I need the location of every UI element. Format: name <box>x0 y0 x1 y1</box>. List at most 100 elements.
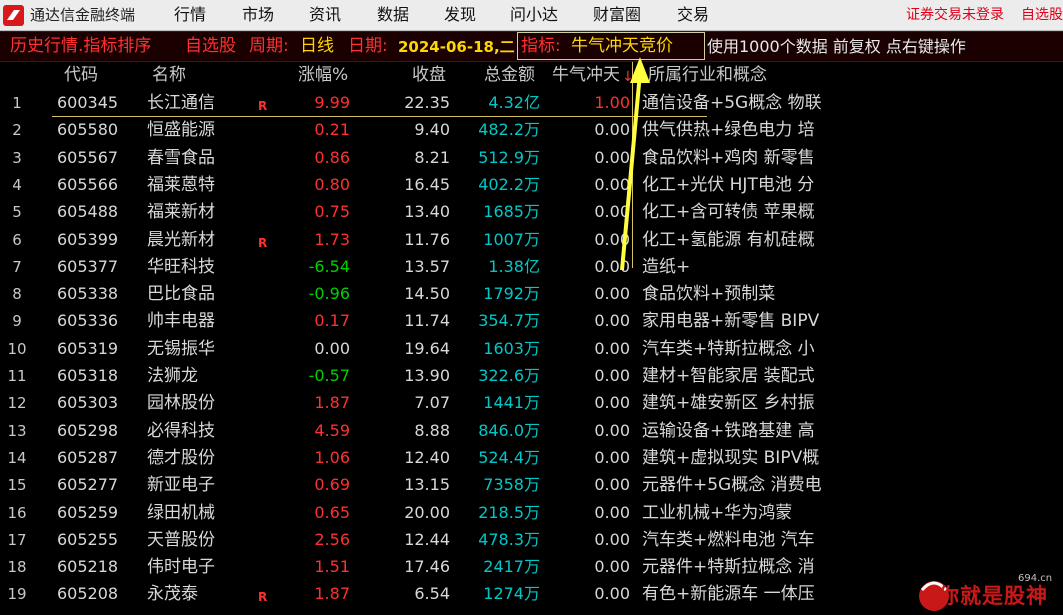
industry-concept: 食品饮料+预制菜 <box>642 284 776 305</box>
row-index: 3 <box>12 148 22 167</box>
close-price: 12.40 <box>404 447 450 467</box>
row-index: 16 <box>7 503 27 522</box>
stock-code: 605488 <box>57 202 119 222</box>
menu-shichang[interactable]: 市场 <box>242 4 274 26</box>
info-indicator-value[interactable]: 牛气冲天竞价 <box>571 35 673 57</box>
row-index: 8 <box>12 285 22 304</box>
menu-jiaoyi[interactable]: 交易 <box>677 4 709 26</box>
trade-amount: 1603万 <box>483 338 540 358</box>
trade-amount: 1007万 <box>483 229 540 249</box>
table-row[interactable]: 18 605218 伟时电子 1.51 17.46 2417万 0.00 元器件+特斯拉概念 … <box>0 554 1063 581</box>
stock-name: 福莱新材 <box>147 202 215 223</box>
change-percent: -0.57 <box>308 366 350 385</box>
app-logo-icon <box>3 5 24 26</box>
stock-code: 605298 <box>57 420 119 440</box>
header-amount[interactable]: 总金额 <box>484 64 535 86</box>
trade-amount: 402.2万 <box>478 174 540 194</box>
header-change[interactable]: 涨幅% <box>298 64 348 86</box>
table-row[interactable]: 15 605277 新亚电子 0.69 13.15 7358万 0.00 元器件+5G概念 消… <box>0 472 1063 499</box>
row-index: 9 <box>12 312 22 331</box>
table-row[interactable]: 16 605259 绿田机械 0.65 20.00 218.5万 0.00 工业机械+华为鸿蒙 <box>0 500 1063 527</box>
industry-concept: 建筑+虚拟现实 BIPV概 <box>642 447 820 468</box>
stock-code: 605319 <box>57 338 119 358</box>
close-price: 19.64 <box>404 338 450 358</box>
stock-name: 长江通信 <box>147 93 215 113</box>
row-index: 15 <box>7 476 27 495</box>
table-row[interactable]: 3 605567 春雪食品 0.86 8.21 512.9万 0.00 食品饮料+鸡肉 新零售 <box>0 145 1063 172</box>
table-row[interactable]: 1 600345 长江通信 R 9.99 22.35 4.32亿 1.00 通信设备+5G概念 … <box>0 90 1063 117</box>
trade-amount: 354.7万 <box>478 311 540 331</box>
trade-amount: 1685万 <box>483 202 540 222</box>
industry-concept: 食品饮料+鸡肉 新零售 <box>642 147 815 168</box>
menu-caifuquan[interactable]: 财富圈 <box>593 4 641 26</box>
menu-hangqing[interactable]: 行情 <box>174 4 206 26</box>
table-row[interactable]: 11 605318 法狮龙 -0.57 13.90 322.6万 0.00 建材+智能家居 装… <box>0 363 1063 390</box>
close-price: 11.74 <box>404 311 450 331</box>
change-percent: -0.96 <box>308 284 350 304</box>
menu-zixun[interactable]: 资讯 <box>309 4 341 26</box>
stock-name: 福莱蒽特 <box>147 174 215 195</box>
indicator-value: 0.00 <box>594 311 630 331</box>
industry-concept: 元器件+5G概念 消费电 <box>642 475 822 496</box>
trade-login-status[interactable]: 证券交易未登录 <box>906 5 1004 25</box>
indicator-value: 0.00 <box>594 475 630 495</box>
industry-concept: 通信设备+5G概念 物联 <box>642 93 822 113</box>
zixuan-link[interactable]: 自选股 <box>1021 5 1063 25</box>
indicator-value: 0.00 <box>594 447 630 467</box>
row-index: 18 <box>7 558 27 577</box>
table-row[interactable]: 8 605338 巴比食品 -0.96 14.50 1792万 0.00 食品饮料+预制菜 <box>0 281 1063 308</box>
stock-code: 605318 <box>57 366 119 385</box>
header-concept[interactable]: 所属行业和概念 <box>648 64 767 86</box>
table-row[interactable]: 14 605287 德才股份 1.06 12.40 524.4万 0.00 建筑+虚拟现实 B… <box>0 445 1063 472</box>
industry-concept: 汽车类+燃料电池 汽车 <box>642 529 815 550</box>
stock-name: 新亚电子 <box>147 475 215 496</box>
header-close[interactable]: 收盘 <box>412 64 446 86</box>
close-price: 17.46 <box>404 557 450 577</box>
table-row[interactable]: 5 605488 福莱新材 0.75 13.40 1685万 0.00 化工+含可转债 苹果概 <box>0 199 1063 226</box>
info-bar: 历史行情.指标排序 自选股 周期: 日线 日期: 2024-06-18,二 指标… <box>0 31 1063 62</box>
stock-name: 必得科技 <box>147 420 215 441</box>
change-percent: 2.56 <box>314 529 350 549</box>
table-row[interactable]: 7 605377 华旺科技 -6.54 13.57 1.38亿 0.00 造纸+ <box>0 254 1063 281</box>
menu-faxian[interactable]: 发现 <box>444 4 476 26</box>
annotation-arrow-icon <box>620 57 650 271</box>
table-row[interactable]: 12 605303 园林股份 1.87 7.07 1441万 0.00 建筑+雄安新区 乡村振 <box>0 390 1063 417</box>
indicator-value: 0.00 <box>594 584 630 604</box>
close-price: 14.50 <box>404 284 450 304</box>
trade-amount: 2417万 <box>483 557 540 577</box>
industry-concept: 工业机械+华为鸿蒙 <box>642 502 793 523</box>
row-index: 14 <box>7 448 27 467</box>
row-index: 12 <box>7 394 27 413</box>
header-code[interactable]: 代码 <box>64 64 98 86</box>
industry-concept: 元器件+特斯拉概念 消 <box>642 557 815 578</box>
close-price: 12.44 <box>404 529 450 549</box>
info-period-value: 日线 <box>300 36 334 56</box>
menu-shuju[interactable]: 数据 <box>377 4 409 26</box>
change-percent: 0.69 <box>314 475 350 495</box>
table-row[interactable]: 4 605566 福莱蒽特 0.80 16.45 402.2万 0.00 化工+光伏 HJT电… <box>0 172 1063 199</box>
stock-code: 605303 <box>57 393 119 413</box>
stock-name: 巴比食品 <box>147 284 215 305</box>
menu-wenxiaoda[interactable]: 问小达 <box>510 4 558 26</box>
change-percent: 1.73 <box>314 229 350 249</box>
info-date-value: 2024-06-18,二 <box>398 38 515 56</box>
table-row[interactable]: 19 605208 永茂泰 R 1.87 6.54 1274万 0.00 有色+新能源车 一体压 <box>0 581 1063 608</box>
table-row[interactable]: 10 605319 无锡振华 0.00 19.64 1603万 0.00 汽车类+特斯拉概念 … <box>0 336 1063 363</box>
row-index: 10 <box>7 339 27 358</box>
table-row[interactable]: 2 605580 恒盛能源 0.21 9.40 482.2万 0.00 供气供热+绿色电力 培 <box>0 117 1063 144</box>
stock-code: 605336 <box>57 311 119 331</box>
stock-name: 绿田机械 <box>147 502 215 523</box>
info-suffix: 使用1000个数据 前复权 点右键操作 <box>707 37 966 56</box>
close-price: 9.40 <box>414 120 450 140</box>
stock-code: 605208 <box>57 584 119 604</box>
trade-amount: 512.9万 <box>478 147 540 167</box>
stock-name: 法狮龙 <box>147 366 198 386</box>
row-index: 6 <box>12 230 22 249</box>
table-row[interactable]: 6 605399 晨光新材 R 1.73 11.76 1007万 0.00 化工+氢能源 有机硅… <box>0 227 1063 254</box>
stock-code: 605399 <box>57 229 119 249</box>
table-row[interactable]: 17 605255 天普股份 2.56 12.44 478.3万 0.00 汽车类+燃料电池 … <box>0 527 1063 554</box>
header-name[interactable]: 名称 <box>152 64 186 86</box>
industry-concept: 建筑+雄安新区 乡村振 <box>642 393 815 414</box>
table-row[interactable]: 9 605336 帅丰电器 0.17 11.74 354.7万 0.00 家用电器+新零售 B… <box>0 308 1063 335</box>
table-row[interactable]: 13 605298 必得科技 4.59 8.88 846.0万 0.00 运输设备+铁路基建 … <box>0 418 1063 445</box>
